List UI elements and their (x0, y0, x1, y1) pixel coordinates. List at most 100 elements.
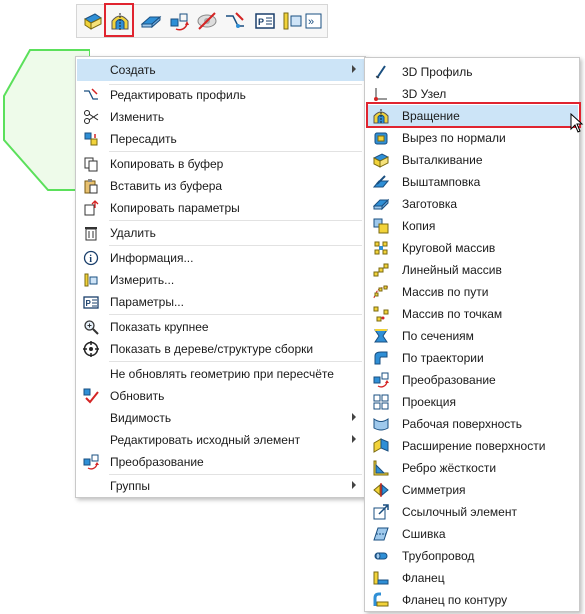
pipe-icon (372, 547, 390, 565)
menu-item-parameters[interactable]: P Параметры... (77, 291, 364, 313)
measure-button[interactable] (280, 9, 304, 33)
submenu-item-contour-flange[interactable]: Фланец по контуру (366, 589, 578, 611)
submenu-arrow-icon (352, 413, 356, 421)
menu-separator (109, 361, 362, 362)
svg-text:P: P (258, 17, 264, 27)
svg-text:i: i (89, 254, 92, 265)
loft-icon (372, 327, 390, 345)
submenu-arrow-icon (352, 481, 356, 489)
info-icon: i (82, 249, 100, 267)
symmetry-icon (372, 481, 390, 499)
submenu-item-reference[interactable]: Ссылочный элемент (366, 501, 578, 523)
submenu-item-work-surface[interactable]: Рабочая поверхность (366, 413, 578, 435)
toolbar-highlight-box (104, 3, 134, 37)
submenu-item-normal-cut[interactable]: Вырез по нормали (366, 127, 578, 149)
extrude-button[interactable] (81, 9, 105, 33)
hide-icon (197, 12, 217, 30)
menu-item-info[interactable]: i Информация... (77, 247, 364, 269)
submenu-item-circular-array[interactable]: Круговой массив (366, 237, 578, 259)
submenu-item-linear-array[interactable]: Линейный массив (366, 259, 578, 281)
more-button[interactable]: » (305, 9, 323, 33)
menu-item-delete[interactable]: Удалить (77, 222, 364, 244)
menu-item-copy-params[interactable]: Копировать параметры (77, 197, 364, 219)
stitch-icon (372, 525, 390, 543)
menu-item-measure[interactable]: Измерить... (77, 269, 364, 291)
menu-item-modify[interactable]: Изменить (77, 106, 364, 128)
sweep-icon (372, 349, 390, 367)
submenu-item-rib[interactable]: Ребро жёсткости (366, 457, 578, 479)
copy-params-icon (82, 199, 100, 217)
parameters-icon: P (255, 13, 275, 29)
menu-item-show-in-tree[interactable]: Показать в дереве/структуре сборки (77, 338, 364, 360)
menu-item-create[interactable]: Создать (77, 59, 364, 81)
submenu-item-sweep[interactable]: По траектории (366, 347, 578, 369)
menu-item-paste[interactable]: Вставить из буфера (77, 175, 364, 197)
submenu-item-3d-profile[interactable]: 3D Профиль (366, 61, 578, 83)
edit-profile-button[interactable] (223, 9, 247, 33)
blank-button[interactable] (139, 9, 163, 33)
submenu-item-stitch[interactable]: Сшивка (366, 523, 578, 545)
reference-icon (372, 503, 390, 521)
hide-button[interactable] (195, 9, 219, 33)
submenu-item-loft[interactable]: По сечениям (366, 325, 578, 347)
submenu-item-surface-extend[interactable]: Расширение поверхности (366, 435, 578, 457)
parameters-button[interactable]: P (253, 9, 277, 33)
circular-array-icon (372, 239, 390, 257)
menu-separator (109, 151, 362, 152)
submenu-item-copy-body[interactable]: Копия (366, 215, 578, 237)
measure-icon (283, 12, 302, 30)
create-submenu: 3D Профиль 3D Узел Вращение Вырез по нор… (364, 57, 580, 612)
extrude-icon (84, 13, 102, 30)
menu-item-edit-source[interactable]: Редактировать исходный элемент (77, 429, 364, 451)
context-menu: Создать Редактировать профиль Изменить П… (75, 56, 366, 498)
projection-icon (372, 393, 390, 411)
submenu-item-flange[interactable]: Фланец (366, 567, 578, 589)
edit-profile-icon (82, 86, 100, 104)
surface-extend-icon (372, 437, 390, 455)
menu-item-copy[interactable]: Копировать в буфер (77, 153, 364, 175)
flange-icon (372, 569, 390, 587)
transform-button[interactable] (167, 9, 191, 33)
menu-item-transform[interactable]: Преобразование (77, 451, 364, 473)
rib-icon (372, 459, 390, 477)
work-surface-icon (372, 415, 390, 433)
edit-profile-icon (226, 12, 244, 28)
scissors-icon (82, 108, 100, 126)
path-array-icon (372, 283, 390, 301)
copy-body-icon (372, 217, 390, 235)
parameters-icon: P (82, 293, 100, 311)
submenu-item-point-array[interactable]: Массив по точкам (366, 303, 578, 325)
extrude-icon (372, 151, 390, 169)
submenu-item-blank[interactable]: Заготовка (366, 193, 578, 215)
menu-item-visibility[interactable]: Видимость (77, 407, 364, 429)
point-array-icon (372, 305, 390, 323)
menu-item-reattach[interactable]: Пересадить (77, 128, 364, 150)
blank-icon (140, 15, 162, 29)
transform-icon (372, 371, 390, 389)
menu-item-zoom-in[interactable]: Показать крупнее (77, 316, 364, 338)
contour-flange-icon (372, 591, 390, 609)
linear-array-icon (372, 261, 390, 279)
submenu-item-symmetry[interactable]: Симметрия (366, 479, 578, 501)
menu-separator (109, 245, 362, 246)
stamp-icon (372, 173, 390, 191)
trash-icon (82, 224, 100, 242)
submenu-item-path-array[interactable]: Массив по пути (366, 281, 578, 303)
blank-icon (372, 195, 390, 213)
submenu-item-stamp[interactable]: Выштамповка (366, 171, 578, 193)
svg-text:»: » (308, 16, 314, 28)
submenu-item-projection[interactable]: Проекция (366, 391, 578, 413)
menu-item-refresh[interactable]: Обновить (77, 385, 364, 407)
menu-item-groups[interactable]: Группы (77, 475, 364, 497)
refresh-check-icon (82, 387, 100, 405)
menu-item-edit-profile[interactable]: Редактировать профиль (77, 84, 364, 106)
menu-item-no-update-geometry[interactable]: Не обновлять геометрию при пересчёте (77, 363, 364, 385)
zoom-icon (82, 318, 100, 336)
submenu-highlight-box (366, 102, 581, 128)
submenu-item-transform[interactable]: Преобразование (366, 369, 578, 391)
copy-icon (82, 155, 100, 173)
normal-cut-icon (372, 129, 390, 147)
submenu-arrow-icon (352, 65, 356, 73)
submenu-item-pipe[interactable]: Трубопровод (366, 545, 578, 567)
submenu-item-extrude[interactable]: Выталкивание (366, 149, 578, 171)
